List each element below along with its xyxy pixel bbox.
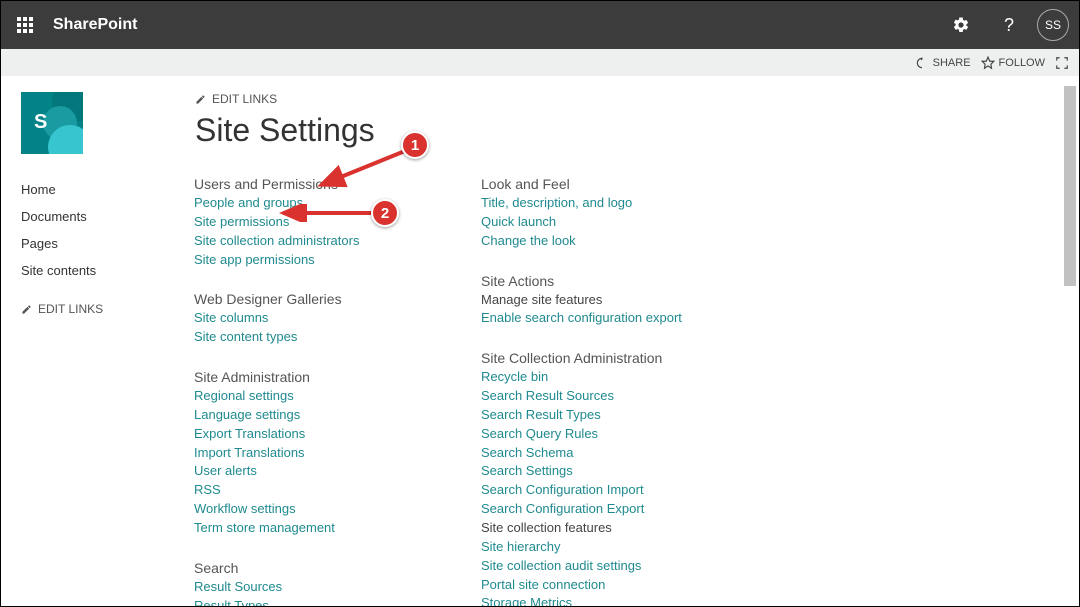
link-import-trans[interactable]: Import Translations <box>194 444 481 463</box>
ribbon: SHARE FOLLOW <box>1 49 1079 76</box>
group-heading: Site Administration <box>194 369 481 385</box>
nav-item-documents[interactable]: Documents <box>21 203 181 230</box>
link-site-columns[interactable]: Site columns <box>194 309 481 328</box>
link-sca[interactable]: Site collection administrators <box>194 232 481 251</box>
column-2: Look and Feel Title, description, and lo… <box>481 176 768 606</box>
link-term-store[interactable]: Term store management <box>194 519 481 538</box>
link-result-types[interactable]: Result Types <box>194 597 481 606</box>
group-site-collection-admin: Site Collection Administration Recycle b… <box>481 350 768 606</box>
focus-button[interactable] <box>1055 56 1069 70</box>
site-logo[interactable]: S <box>21 92 83 154</box>
app-launcher-icon[interactable] <box>1 1 49 49</box>
link-manage-features[interactable]: Manage site features <box>481 291 768 310</box>
group-users-permissions: Users and Permissions People and groups … <box>194 176 481 269</box>
settings-columns: Users and Permissions People and groups … <box>194 176 768 606</box>
link-export-trans[interactable]: Export Translations <box>194 425 481 444</box>
edit-links-nav-label: EDIT LINKS <box>38 302 103 316</box>
avatar[interactable]: SS <box>1037 9 1069 41</box>
link-srt[interactable]: Search Result Types <box>481 406 768 425</box>
edit-links-nav[interactable]: EDIT LINKS <box>21 302 181 316</box>
link-result-sources[interactable]: Result Sources <box>194 578 481 597</box>
group-heading: Site Collection Administration <box>481 350 768 366</box>
group-heading: Search <box>194 560 481 576</box>
group-heading: Web Designer Galleries <box>194 291 481 307</box>
link-rss[interactable]: RSS <box>194 481 481 500</box>
column-1: Users and Permissions People and groups … <box>194 176 481 606</box>
link-people-groups[interactable]: People and groups <box>194 194 481 213</box>
link-user-alerts[interactable]: User alerts <box>194 462 481 481</box>
page-title: Site Settings <box>195 112 375 149</box>
scroll-thumb[interactable] <box>1064 86 1076 286</box>
left-nav: Home Documents Pages Site contents EDIT … <box>21 176 181 316</box>
link-content-types[interactable]: Site content types <box>194 328 481 347</box>
link-sci[interactable]: Search Configuration Import <box>481 481 768 500</box>
link-sce[interactable]: Search Configuration Export <box>481 500 768 519</box>
nav-item-site-contents[interactable]: Site contents <box>21 257 181 284</box>
suite-bar: SharePoint ? SS <box>1 1 1079 49</box>
link-sschema[interactable]: Search Schema <box>481 444 768 463</box>
link-language[interactable]: Language settings <box>194 406 481 425</box>
link-quick-launch[interactable]: Quick launch <box>481 213 768 232</box>
link-site-hierarchy[interactable]: Site hierarchy <box>481 538 768 557</box>
link-audit[interactable]: Site collection audit settings <box>481 557 768 576</box>
link-site-permissions[interactable]: Site permissions <box>194 213 481 232</box>
group-site-admin: Site Administration Regional settings La… <box>194 369 481 538</box>
scrollbar[interactable] <box>1062 76 1078 605</box>
group-heading: Site Actions <box>481 273 768 289</box>
link-site-app-perms[interactable]: Site app permissions <box>194 251 481 270</box>
group-site-actions: Site Actions Manage site features Enable… <box>481 273 768 329</box>
nav-item-pages[interactable]: Pages <box>21 230 181 257</box>
nav-item-home[interactable]: Home <box>21 176 181 203</box>
group-search: Search Result Sources Result Types Query… <box>194 560 481 606</box>
link-title-desc-logo[interactable]: Title, description, and logo <box>481 194 768 213</box>
link-storage[interactable]: Storage Metrics <box>481 594 768 606</box>
group-heading: Users and Permissions <box>194 176 481 192</box>
follow-label: FOLLOW <box>999 57 1045 69</box>
group-look-feel: Look and Feel Title, description, and lo… <box>481 176 768 251</box>
group-heading: Look and Feel <box>481 176 768 192</box>
share-button[interactable]: SHARE <box>915 56 971 70</box>
link-sc-features[interactable]: Site collection features <box>481 519 768 538</box>
link-workflow[interactable]: Workflow settings <box>194 500 481 519</box>
link-enable-search-export[interactable]: Enable search configuration export <box>481 309 768 328</box>
link-recycle-bin[interactable]: Recycle bin <box>481 368 768 387</box>
help-icon[interactable]: ? <box>985 1 1033 49</box>
link-portal[interactable]: Portal site connection <box>481 576 768 595</box>
share-label: SHARE <box>933 57 971 69</box>
follow-button[interactable]: FOLLOW <box>981 56 1045 70</box>
edit-links-top[interactable]: EDIT LINKS <box>195 92 375 106</box>
gear-icon[interactable] <box>937 1 985 49</box>
group-web-designer: Web Designer Galleries Site columns Site… <box>194 291 481 347</box>
link-sqr[interactable]: Search Query Rules <box>481 425 768 444</box>
brand-label[interactable]: SharePoint <box>53 16 137 34</box>
content: S EDIT LINKS Site Settings Home Document… <box>1 76 1079 606</box>
link-change-look[interactable]: Change the look <box>481 232 768 251</box>
link-regional[interactable]: Regional settings <box>194 387 481 406</box>
link-ssettings2[interactable]: Search Settings <box>481 462 768 481</box>
link-srs[interactable]: Search Result Sources <box>481 387 768 406</box>
edit-links-label: EDIT LINKS <box>212 92 277 106</box>
